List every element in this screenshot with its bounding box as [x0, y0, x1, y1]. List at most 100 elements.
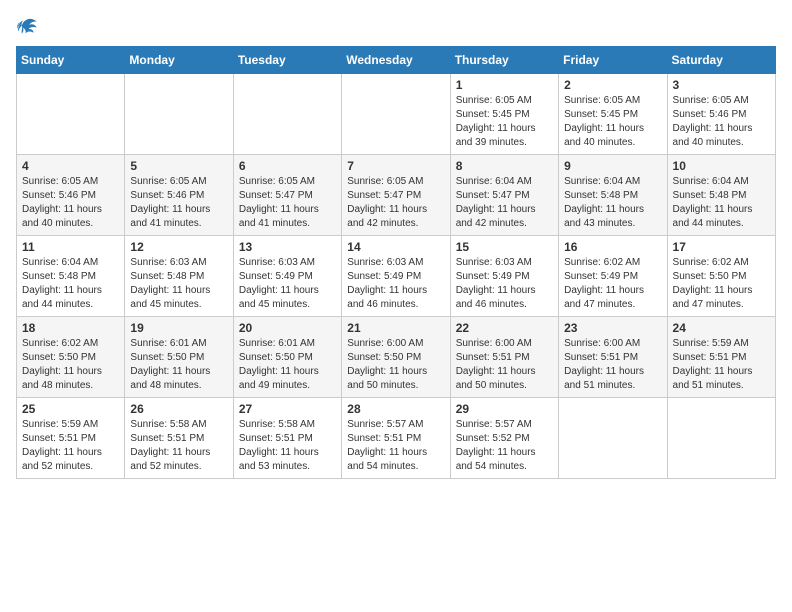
day-number: 4: [22, 159, 119, 173]
day-info: Sunrise: 6:03 AM Sunset: 5:49 PM Dayligh…: [347, 256, 444, 312]
day-number: 25: [22, 402, 119, 416]
day-info: Sunrise: 6:05 AM Sunset: 5:45 PM Dayligh…: [564, 94, 661, 150]
day-number: 17: [673, 240, 770, 254]
week-row-4: 18 Sunrise: 6:02 AM Sunset: 5:50 PM Dayl…: [17, 317, 776, 398]
table-cell: 3 Sunrise: 6:05 AM Sunset: 5:46 PM Dayli…: [667, 74, 775, 155]
day-number: 18: [22, 321, 119, 335]
week-row-5: 25 Sunrise: 5:59 AM Sunset: 5:51 PM Dayl…: [17, 398, 776, 479]
day-info: Sunrise: 6:05 AM Sunset: 5:46 PM Dayligh…: [22, 175, 119, 231]
day-number: 1: [456, 78, 553, 92]
day-info: Sunrise: 6:03 AM Sunset: 5:48 PM Dayligh…: [130, 256, 227, 312]
table-cell: 19 Sunrise: 6:01 AM Sunset: 5:50 PM Dayl…: [125, 317, 233, 398]
logo: [16, 16, 42, 38]
day-info: Sunrise: 6:05 AM Sunset: 5:47 PM Dayligh…: [239, 175, 336, 231]
day-number: 27: [239, 402, 336, 416]
day-number: 12: [130, 240, 227, 254]
day-number: 15: [456, 240, 553, 254]
table-cell: 21 Sunrise: 6:00 AM Sunset: 5:50 PM Dayl…: [342, 317, 450, 398]
table-cell: 22 Sunrise: 6:00 AM Sunset: 5:51 PM Dayl…: [450, 317, 558, 398]
day-info: Sunrise: 6:02 AM Sunset: 5:50 PM Dayligh…: [22, 337, 119, 393]
table-cell: 23 Sunrise: 6:00 AM Sunset: 5:51 PM Dayl…: [559, 317, 667, 398]
table-cell: 18 Sunrise: 6:02 AM Sunset: 5:50 PM Dayl…: [17, 317, 125, 398]
weekday-header-tuesday: Tuesday: [233, 47, 341, 74]
table-cell: [17, 74, 125, 155]
day-info: Sunrise: 6:02 AM Sunset: 5:50 PM Dayligh…: [673, 256, 770, 312]
day-number: 16: [564, 240, 661, 254]
day-info: Sunrise: 6:03 AM Sunset: 5:49 PM Dayligh…: [456, 256, 553, 312]
day-info: Sunrise: 6:04 AM Sunset: 5:48 PM Dayligh…: [673, 175, 770, 231]
weekday-header-wednesday: Wednesday: [342, 47, 450, 74]
table-cell: [342, 74, 450, 155]
table-cell: 25 Sunrise: 5:59 AM Sunset: 5:51 PM Dayl…: [17, 398, 125, 479]
day-info: Sunrise: 6:04 AM Sunset: 5:47 PM Dayligh…: [456, 175, 553, 231]
day-info: Sunrise: 6:05 AM Sunset: 5:45 PM Dayligh…: [456, 94, 553, 150]
logo-bird-icon: [16, 16, 38, 38]
table-cell: [667, 398, 775, 479]
table-cell: 8 Sunrise: 6:04 AM Sunset: 5:47 PM Dayli…: [450, 155, 558, 236]
day-info: Sunrise: 6:04 AM Sunset: 5:48 PM Dayligh…: [22, 256, 119, 312]
table-cell: 9 Sunrise: 6:04 AM Sunset: 5:48 PM Dayli…: [559, 155, 667, 236]
day-info: Sunrise: 6:02 AM Sunset: 5:49 PM Dayligh…: [564, 256, 661, 312]
table-cell: 11 Sunrise: 6:04 AM Sunset: 5:48 PM Dayl…: [17, 236, 125, 317]
day-number: 6: [239, 159, 336, 173]
day-info: Sunrise: 6:05 AM Sunset: 5:47 PM Dayligh…: [347, 175, 444, 231]
table-cell: 26 Sunrise: 5:58 AM Sunset: 5:51 PM Dayl…: [125, 398, 233, 479]
table-cell: 17 Sunrise: 6:02 AM Sunset: 5:50 PM Dayl…: [667, 236, 775, 317]
week-row-2: 4 Sunrise: 6:05 AM Sunset: 5:46 PM Dayli…: [17, 155, 776, 236]
day-number: 9: [564, 159, 661, 173]
day-number: 14: [347, 240, 444, 254]
day-number: 20: [239, 321, 336, 335]
weekday-header-monday: Monday: [125, 47, 233, 74]
table-cell: 4 Sunrise: 6:05 AM Sunset: 5:46 PM Dayli…: [17, 155, 125, 236]
table-cell: 7 Sunrise: 6:05 AM Sunset: 5:47 PM Dayli…: [342, 155, 450, 236]
weekday-header-friday: Friday: [559, 47, 667, 74]
table-cell: 13 Sunrise: 6:03 AM Sunset: 5:49 PM Dayl…: [233, 236, 341, 317]
table-cell: 1 Sunrise: 6:05 AM Sunset: 5:45 PM Dayli…: [450, 74, 558, 155]
day-number: 24: [673, 321, 770, 335]
day-number: 21: [347, 321, 444, 335]
day-number: 23: [564, 321, 661, 335]
day-info: Sunrise: 6:03 AM Sunset: 5:49 PM Dayligh…: [239, 256, 336, 312]
table-cell: 29 Sunrise: 5:57 AM Sunset: 5:52 PM Dayl…: [450, 398, 558, 479]
table-cell: [559, 398, 667, 479]
table-cell: 6 Sunrise: 6:05 AM Sunset: 5:47 PM Dayli…: [233, 155, 341, 236]
table-cell: 10 Sunrise: 6:04 AM Sunset: 5:48 PM Dayl…: [667, 155, 775, 236]
day-info: Sunrise: 6:00 AM Sunset: 5:51 PM Dayligh…: [456, 337, 553, 393]
day-info: Sunrise: 6:01 AM Sunset: 5:50 PM Dayligh…: [239, 337, 336, 393]
day-number: 8: [456, 159, 553, 173]
day-number: 2: [564, 78, 661, 92]
day-number: 3: [673, 78, 770, 92]
day-number: 11: [22, 240, 119, 254]
day-info: Sunrise: 6:00 AM Sunset: 5:50 PM Dayligh…: [347, 337, 444, 393]
day-number: 22: [456, 321, 553, 335]
day-info: Sunrise: 5:59 AM Sunset: 5:51 PM Dayligh…: [22, 418, 119, 474]
day-info: Sunrise: 5:57 AM Sunset: 5:52 PM Dayligh…: [456, 418, 553, 474]
week-row-3: 11 Sunrise: 6:04 AM Sunset: 5:48 PM Dayl…: [17, 236, 776, 317]
table-cell: 12 Sunrise: 6:03 AM Sunset: 5:48 PM Dayl…: [125, 236, 233, 317]
day-number: 29: [456, 402, 553, 416]
table-cell: [125, 74, 233, 155]
day-number: 26: [130, 402, 227, 416]
day-info: Sunrise: 5:57 AM Sunset: 5:51 PM Dayligh…: [347, 418, 444, 474]
day-info: Sunrise: 6:00 AM Sunset: 5:51 PM Dayligh…: [564, 337, 661, 393]
table-cell: 15 Sunrise: 6:03 AM Sunset: 5:49 PM Dayl…: [450, 236, 558, 317]
weekday-header-thursday: Thursday: [450, 47, 558, 74]
weekday-header-sunday: Sunday: [17, 47, 125, 74]
day-number: 19: [130, 321, 227, 335]
table-cell: 14 Sunrise: 6:03 AM Sunset: 5:49 PM Dayl…: [342, 236, 450, 317]
day-number: 5: [130, 159, 227, 173]
day-number: 7: [347, 159, 444, 173]
table-cell: 2 Sunrise: 6:05 AM Sunset: 5:45 PM Dayli…: [559, 74, 667, 155]
weekday-header-saturday: Saturday: [667, 47, 775, 74]
day-info: Sunrise: 5:59 AM Sunset: 5:51 PM Dayligh…: [673, 337, 770, 393]
day-number: 10: [673, 159, 770, 173]
day-info: Sunrise: 5:58 AM Sunset: 5:51 PM Dayligh…: [239, 418, 336, 474]
day-info: Sunrise: 6:01 AM Sunset: 5:50 PM Dayligh…: [130, 337, 227, 393]
week-row-1: 1 Sunrise: 6:05 AM Sunset: 5:45 PM Dayli…: [17, 74, 776, 155]
day-number: 13: [239, 240, 336, 254]
day-info: Sunrise: 6:05 AM Sunset: 5:46 PM Dayligh…: [673, 94, 770, 150]
table-cell: 28 Sunrise: 5:57 AM Sunset: 5:51 PM Dayl…: [342, 398, 450, 479]
table-cell: 5 Sunrise: 6:05 AM Sunset: 5:46 PM Dayli…: [125, 155, 233, 236]
table-cell: 27 Sunrise: 5:58 AM Sunset: 5:51 PM Dayl…: [233, 398, 341, 479]
day-info: Sunrise: 6:04 AM Sunset: 5:48 PM Dayligh…: [564, 175, 661, 231]
